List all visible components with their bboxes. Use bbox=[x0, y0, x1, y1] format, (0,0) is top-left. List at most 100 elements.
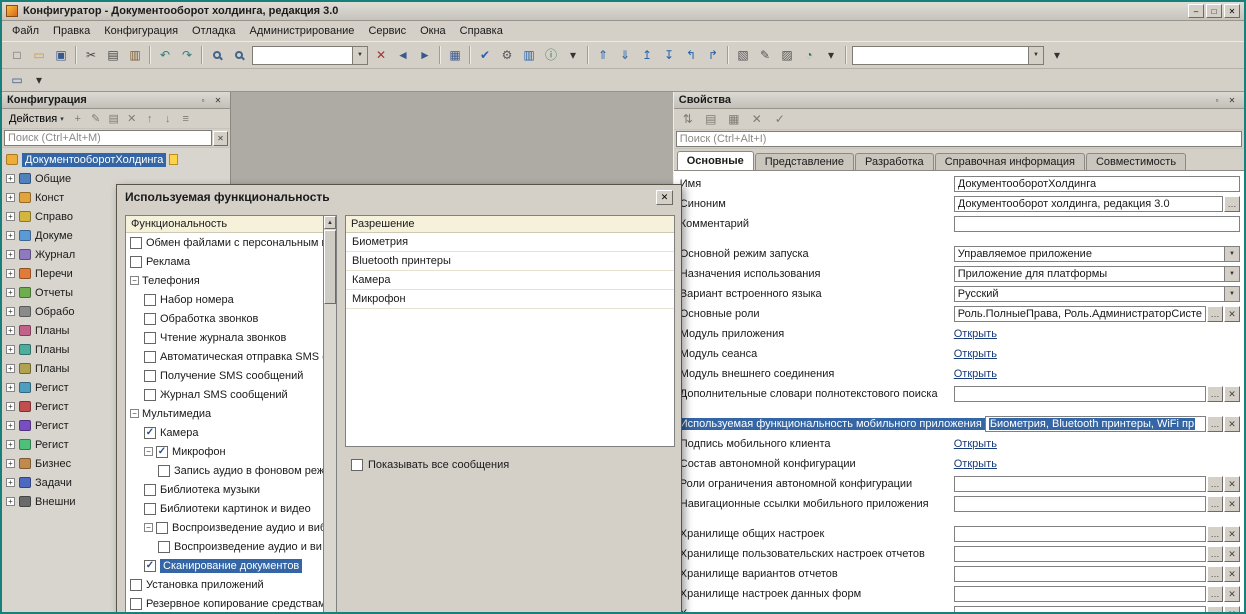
open-link[interactable]: Открыть bbox=[954, 368, 997, 380]
menu-item-7[interactable]: Справка bbox=[453, 22, 510, 40]
expand-icon[interactable]: + bbox=[6, 364, 15, 373]
property-input[interactable]: Документооборот холдинга, редакция 3.0 bbox=[954, 196, 1223, 212]
expand-icon[interactable]: + bbox=[6, 307, 15, 316]
settings-icon[interactable]: ⚙ bbox=[496, 45, 518, 65]
ellipsis-button[interactable]: … bbox=[1207, 586, 1223, 602]
move-up-icon[interactable]: ↑ bbox=[141, 110, 159, 128]
timer-dropdown-icon[interactable]: ▾ bbox=[820, 45, 842, 65]
property-input[interactable] bbox=[954, 526, 1206, 542]
property-input[interactable] bbox=[954, 606, 1206, 612]
tab-4[interactable]: Совместимость bbox=[1086, 153, 1186, 170]
menu-item-2[interactable]: Конфигурация bbox=[97, 22, 185, 40]
tab-2[interactable]: Разработка bbox=[855, 153, 934, 170]
permission-item-0[interactable]: Биометрия bbox=[346, 233, 674, 252]
ellipsis-button[interactable]: … bbox=[1207, 386, 1223, 402]
clear-button[interactable]: ✕ bbox=[1224, 546, 1240, 562]
alphabet-icon[interactable]: ▦ bbox=[723, 109, 745, 129]
tree-item-root[interactable]: ДокументооборотХолдинга bbox=[2, 150, 230, 169]
dropdown-icon[interactable]: ▼ bbox=[1028, 47, 1043, 64]
checkbox-icon[interactable] bbox=[130, 579, 142, 591]
copy-item-icon[interactable]: ▤ bbox=[105, 109, 123, 127]
tab-0[interactable]: Основные bbox=[677, 151, 754, 170]
functionality-item-13[interactable]: Библиотека музыки bbox=[126, 480, 323, 499]
tab-3[interactable]: Справочная информация bbox=[935, 153, 1085, 170]
search-combo[interactable]: ▼ bbox=[252, 46, 368, 65]
module-check-icon[interactable]: ▧ bbox=[732, 45, 754, 65]
performance-icon[interactable]: ◔ bbox=[798, 45, 820, 65]
go-to-definition-icon[interactable]: ↧ bbox=[658, 45, 680, 65]
functionality-item-5[interactable]: Чтение журнала звонков bbox=[126, 328, 323, 347]
property-input[interactable] bbox=[954, 476, 1206, 492]
checkbox-icon[interactable]: ✓ bbox=[144, 427, 156, 439]
checkbox-icon[interactable] bbox=[158, 465, 170, 477]
clear-button[interactable]: ✕ bbox=[1224, 496, 1240, 512]
functionality-item-2[interactable]: −Телефония bbox=[126, 271, 323, 290]
comment-icon[interactable]: ▨ bbox=[776, 45, 798, 65]
menu-item-1[interactable]: Правка bbox=[46, 22, 97, 40]
checkbox-icon[interactable] bbox=[351, 459, 363, 471]
permission-item-2[interactable]: Камера bbox=[346, 271, 674, 290]
checkbox-icon[interactable] bbox=[158, 541, 170, 553]
clear-search-icon[interactable]: ✕ bbox=[370, 45, 392, 65]
ellipsis-button[interactable]: … bbox=[1224, 196, 1240, 212]
ellipsis-button[interactable]: … bbox=[1207, 416, 1223, 432]
ellipsis-button[interactable]: … bbox=[1207, 306, 1223, 322]
ellipsis-button[interactable]: … bbox=[1207, 546, 1223, 562]
move-down-icon[interactable]: ↓ bbox=[159, 110, 177, 128]
functionality-item-17[interactable]: ✓Сканирование документов bbox=[126, 556, 323, 575]
find-next-icon[interactable]: ► bbox=[414, 45, 436, 65]
property-input[interactable]: ДокументооборотХолдинга bbox=[954, 176, 1240, 192]
property-input[interactable]: Управляемое приложение▼ bbox=[954, 246, 1240, 262]
property-input[interactable] bbox=[954, 546, 1206, 562]
maximize-icon[interactable]: □ bbox=[1206, 4, 1222, 18]
sort-icon[interactable]: ⇅ bbox=[677, 109, 699, 129]
property-input[interactable]: Биометрия, Bluetooth принтеры, WiFi пр bbox=[985, 416, 1206, 432]
permission-item-3[interactable]: Микрофон bbox=[346, 290, 674, 309]
menu-item-6[interactable]: Окна bbox=[413, 22, 453, 40]
permission-column-header[interactable]: Разрешение bbox=[346, 216, 674, 233]
functionality-item-9[interactable]: −Мультимедиа bbox=[126, 404, 323, 423]
menu-item-4[interactable]: Администрирование bbox=[243, 22, 362, 40]
edit-icon[interactable]: ✎ bbox=[87, 109, 105, 127]
checkbox-icon[interactable] bbox=[156, 522, 168, 534]
functionality-item-16[interactable]: Воспроизведение аудио и ви bbox=[126, 537, 323, 556]
property-input[interactable] bbox=[954, 386, 1206, 402]
actions-menu-button[interactable]: Действия ▾ bbox=[4, 110, 69, 128]
show-all-messages-checkbox[interactable]: Показывать все сообщения bbox=[351, 459, 509, 471]
menu-item-3[interactable]: Отладка bbox=[185, 22, 242, 40]
close-icon[interactable]: ✕ bbox=[1225, 94, 1239, 107]
expand-icon[interactable]: + bbox=[6, 459, 15, 468]
collapse-icon[interactable]: − bbox=[130, 276, 139, 285]
expand-icon[interactable]: + bbox=[6, 174, 15, 183]
procedures-list-icon[interactable]: ↥ bbox=[636, 45, 658, 65]
scrollbar[interactable]: ▲ bbox=[323, 216, 336, 612]
clear-button[interactable]: ✕ bbox=[1224, 586, 1240, 602]
close-icon[interactable]: ✕ bbox=[656, 190, 673, 205]
open-link[interactable]: Открыть bbox=[954, 438, 997, 450]
copy-icon[interactable]: ▤ bbox=[102, 45, 124, 65]
expand-icon[interactable]: + bbox=[6, 478, 15, 487]
redo-icon[interactable]: ↷ bbox=[176, 45, 198, 65]
more-dropdown-icon[interactable]: ▾ bbox=[562, 45, 584, 65]
property-input[interactable] bbox=[954, 566, 1206, 582]
dropdown-icon[interactable]: ▼ bbox=[1224, 247, 1239, 261]
config-search-input[interactable]: Поиск (Ctrl+Alt+M) bbox=[4, 130, 212, 146]
properties-search-input[interactable]: Поиск (Ctrl+Alt+I) bbox=[676, 131, 1242, 147]
clear-button[interactable]: ✕ bbox=[1224, 526, 1240, 542]
delete-icon[interactable]: ✕ bbox=[123, 109, 141, 127]
collapse-icon[interactable]: − bbox=[144, 447, 153, 456]
expand-icon[interactable]: + bbox=[6, 440, 15, 449]
check-configuration-icon[interactable]: ✔ bbox=[474, 45, 496, 65]
windows-combo[interactable]: ▼ bbox=[852, 46, 1044, 65]
checkbox-icon[interactable] bbox=[144, 313, 156, 325]
info-icon[interactable]: ⓘ bbox=[540, 45, 562, 65]
expand-icon[interactable]: + bbox=[6, 326, 15, 335]
find-in-texts-icon[interactable] bbox=[228, 45, 250, 65]
checkbox-icon[interactable] bbox=[144, 484, 156, 496]
open-object-dropdown-icon[interactable]: ▾ bbox=[28, 70, 50, 90]
scroll-thumb[interactable] bbox=[324, 230, 336, 304]
categories-icon[interactable]: ▤ bbox=[700, 109, 722, 129]
close-icon[interactable]: ✕ bbox=[1224, 4, 1240, 18]
ellipsis-button[interactable]: … bbox=[1207, 496, 1223, 512]
clear-button[interactable]: ✕ bbox=[1224, 416, 1240, 432]
